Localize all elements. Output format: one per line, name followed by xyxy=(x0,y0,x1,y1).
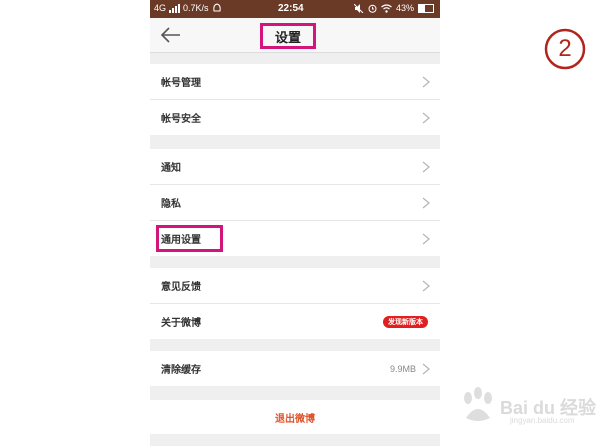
battery-level: 43% xyxy=(395,3,414,13)
network-speed: 0.7K/s xyxy=(183,3,209,13)
setting-row-account-management[interactable]: 帐号管理 xyxy=(150,64,440,100)
step-number: 2 xyxy=(558,35,572,62)
setting-label: 意见反馈 xyxy=(161,282,201,293)
arrow-left-icon[interactable] xyxy=(160,24,182,46)
settings-group-about: 意见反馈 关于微博 发现新版本 xyxy=(150,268,440,339)
setting-row-about-weibo[interactable]: 关于微博 发现新版本 xyxy=(150,304,440,339)
setting-row-general-settings[interactable]: 通用设置 xyxy=(150,221,440,256)
setting-label: 帐号安全 xyxy=(161,114,201,125)
settings-group-cache: 清除缓存 9.9MB xyxy=(150,351,440,386)
setting-label: 通知 xyxy=(161,163,181,174)
baidu-watermark: Bai du 经验 jingyan.baidu.com xyxy=(452,376,600,436)
step-marker: 2 xyxy=(543,27,587,71)
alarm-icon xyxy=(368,4,377,13)
chevron-right-icon xyxy=(422,280,430,292)
clock: 22:54 xyxy=(278,3,304,14)
new-version-badge: 发现新版本 xyxy=(383,316,428,328)
phone-screen: 4G 0.7K/s 22:54 43% 设置 帐号管理 帐号安全 通知 隐私 通… xyxy=(150,0,440,446)
setting-row-account-security[interactable]: 帐号安全 xyxy=(150,100,440,135)
chevron-right-icon xyxy=(422,112,430,124)
chevron-right-icon xyxy=(422,161,430,173)
mute-icon xyxy=(353,3,364,13)
setting-label: 隐私 xyxy=(161,199,181,210)
notification-icon xyxy=(212,3,221,12)
network-type: 4G xyxy=(154,3,167,13)
nav-bar: 设置 xyxy=(150,18,440,53)
paw-icon xyxy=(464,387,492,421)
setting-label: 帐号管理 xyxy=(161,78,201,89)
cache-size: 9.9MB xyxy=(389,363,416,374)
status-bar: 4G 0.7K/s 22:54 43% xyxy=(150,0,440,18)
wifi-icon xyxy=(381,3,392,13)
setting-row-clear-cache[interactable]: 清除缓存 9.9MB xyxy=(150,351,440,386)
logout-button[interactable]: 退出微博 xyxy=(150,400,440,434)
setting-row-feedback[interactable]: 意见反馈 xyxy=(150,268,440,304)
signal-icon xyxy=(169,3,181,13)
setting-label: 关于微博 xyxy=(161,318,201,329)
chevron-right-icon xyxy=(422,233,430,245)
setting-label: 通用设置 xyxy=(161,235,201,246)
chevron-right-icon xyxy=(422,363,430,375)
chevron-right-icon xyxy=(422,197,430,209)
watermark-url: jingyan.baidu.com xyxy=(510,416,575,425)
page-title: 设置 xyxy=(260,23,316,49)
setting-label: 清除缓存 xyxy=(161,365,201,376)
settings-group-account: 帐号管理 帐号安全 xyxy=(150,64,440,135)
battery-icon xyxy=(418,3,434,13)
chevron-right-icon xyxy=(422,76,430,88)
setting-row-privacy[interactable]: 隐私 xyxy=(150,185,440,221)
setting-row-notifications[interactable]: 通知 xyxy=(150,149,440,185)
settings-group-general: 通知 隐私 通用设置 xyxy=(150,149,440,256)
